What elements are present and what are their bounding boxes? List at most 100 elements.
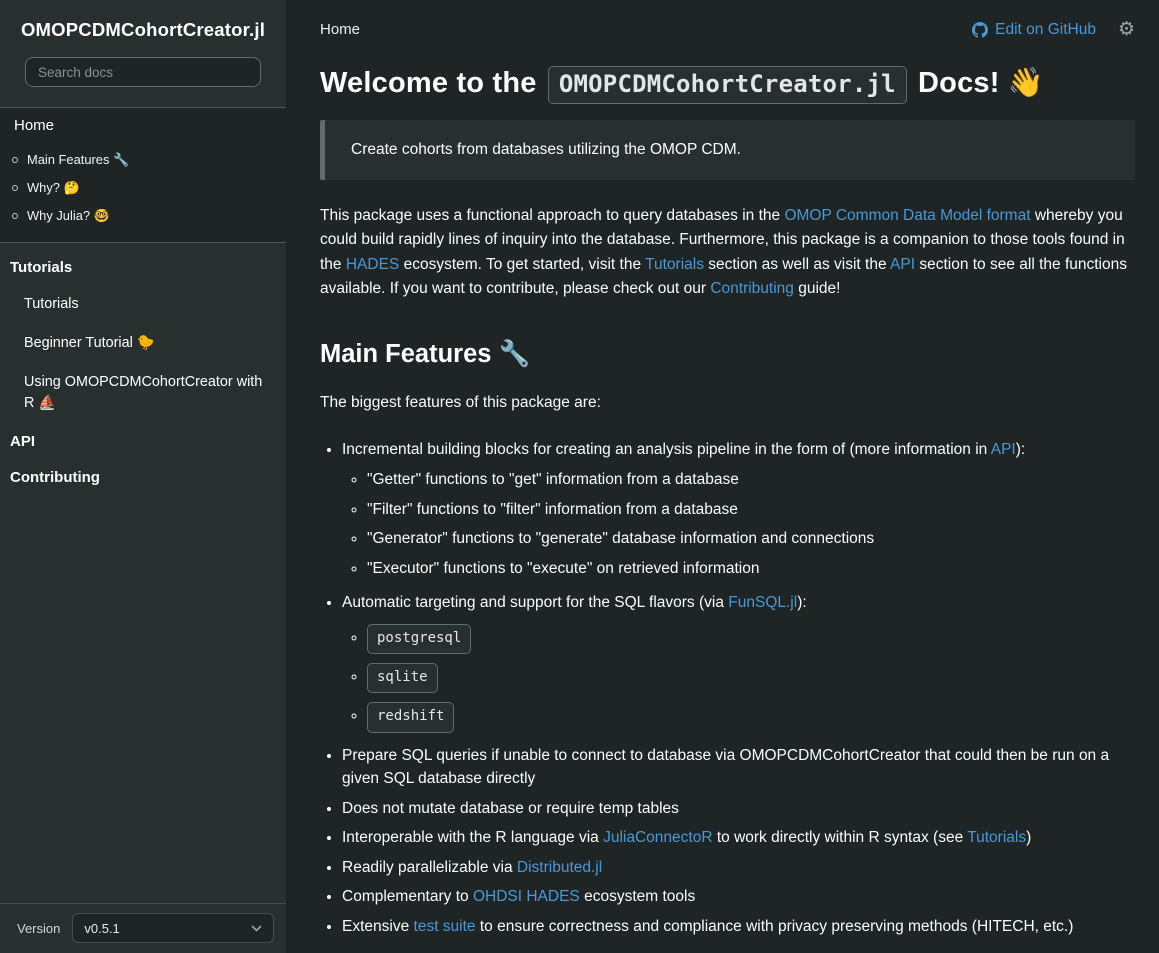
admonition: Create cohorts from databases utilizing … xyxy=(320,120,1135,180)
list-item: Readily parallelizable via Distributed.j… xyxy=(342,856,1135,880)
code-chip: postgresql xyxy=(367,624,471,654)
list-item-text: Readily parallelizable via Distributed.j… xyxy=(342,859,602,876)
sidebar: OMOPCDMCohortCreator.jl Home Main Featur… xyxy=(0,0,287,953)
edit-on-github-link[interactable]: Edit on GitHub xyxy=(972,21,1096,39)
list-item: "Generator" functions to "generate" data… xyxy=(367,527,1135,551)
sidebar-item-beginner-tutorial[interactable]: Beginner Tutorial 🐤 xyxy=(0,324,286,363)
sidebar-item-using-with-r[interactable]: Using OMOPCDMCohortCreator with R ⛵ xyxy=(0,363,286,423)
text-segment: Automatic targeting and support for the … xyxy=(342,594,728,611)
link-funsql[interactable]: FunSQL.jl xyxy=(728,594,797,611)
list-item-text: Prepare SQL queries if unable to connect… xyxy=(342,747,1109,788)
list-item: Automatic targeting and support for the … xyxy=(342,591,1135,732)
feature-list: Incremental building blocks for creating… xyxy=(320,438,1135,939)
toc-item-why[interactable]: Why? 🤔 xyxy=(0,174,286,202)
list-item-text: Extensive test suite to ensure correctne… xyxy=(342,918,1073,935)
list-item: postgresql xyxy=(367,624,1135,654)
code-chip: redshift xyxy=(367,702,454,732)
link-api-list[interactable]: API xyxy=(991,441,1016,458)
chevron-down-icon xyxy=(251,925,262,932)
github-icon xyxy=(972,22,988,38)
list-item: "Getter" functions to "get" information … xyxy=(367,468,1135,492)
link-hades[interactable]: HADES xyxy=(346,256,399,273)
top-actions: Edit on GitHub ⚙ xyxy=(972,20,1135,39)
list-item: sqlite xyxy=(367,663,1135,693)
list-item: Complementary to OHDSI HADES ecosystem t… xyxy=(342,885,1135,909)
text-segment: section as well as visit the xyxy=(704,256,890,273)
text-segment: Complementary to xyxy=(342,888,473,905)
version-value: v0.5.1 xyxy=(84,921,119,936)
link-juliaconnector[interactable]: JuliaConnectoR xyxy=(603,829,712,846)
sidebar-item-tutorials[interactable]: Tutorials xyxy=(0,285,286,324)
circle-marker-icon xyxy=(12,185,18,191)
inline-code: OMOPCDMCohortCreator.jl xyxy=(548,66,907,104)
breadcrumb[interactable]: Home xyxy=(320,21,360,38)
list-item-text: Interoperable with the R language via Ju… xyxy=(342,829,1031,846)
version-label: Version xyxy=(17,921,60,936)
sidebar-active-block: Home Main Features 🔧 Why? 🤔 Why Julia? 🤓 xyxy=(0,107,286,243)
admonition-text: Create cohorts from databases utilizing … xyxy=(351,141,1109,159)
list-item-text: Complementary to OHDSI HADES ecosystem t… xyxy=(342,888,695,905)
text-segment: ): xyxy=(797,594,806,611)
list-item: Prepare SQL queries if unable to connect… xyxy=(342,744,1135,791)
code-chip: sqlite xyxy=(367,663,438,693)
text-segment: guide! xyxy=(794,280,841,297)
link-api[interactable]: API xyxy=(890,256,915,273)
text-segment: to ensure correctness and compliance wit… xyxy=(476,918,1074,935)
text-segment: This package uses a functional approach … xyxy=(320,207,784,224)
sidebar-nav: Home Main Features 🔧 Why? 🤔 Why Julia? 🤓… xyxy=(0,107,286,495)
sidebar-section-tutorials[interactable]: Tutorials xyxy=(0,249,286,285)
search xyxy=(0,55,286,107)
text-segment: Extensive xyxy=(342,918,414,935)
text-segment: ecosystem tools xyxy=(580,888,695,905)
text-segment: Prepare SQL queries if unable to connect… xyxy=(342,747,1109,788)
list-item-text: Incremental building blocks for creating… xyxy=(342,441,1025,458)
sidebar-item-api[interactable]: API xyxy=(0,423,286,459)
circle-marker-icon xyxy=(12,157,18,163)
sidebar-item-home[interactable]: Home xyxy=(0,108,286,142)
features-lead: The biggest features of this package are… xyxy=(320,391,1135,415)
link-tutorials-list[interactable]: Tutorials xyxy=(967,829,1026,846)
text-segment: Does not mutate database or require temp… xyxy=(342,800,679,817)
list-item-text: Automatic targeting and support for the … xyxy=(342,594,807,611)
list-item: Does not mutate database or require temp… xyxy=(342,797,1135,821)
text-segment: Welcome to the xyxy=(320,67,545,99)
version-select[interactable]: v0.5.1 xyxy=(72,913,274,943)
list-item: "Filter" functions to "filter" informati… xyxy=(367,498,1135,522)
page-title: Welcome to the OMOPCDMCohortCreator.jl D… xyxy=(320,66,1135,100)
list-item: redshift xyxy=(367,702,1135,732)
toc-item-label: Why Julia? 🤓 xyxy=(27,208,110,224)
link-test-suite[interactable]: test suite xyxy=(414,918,476,935)
list-item: "Executor" functions to "execute" on ret… xyxy=(367,557,1135,581)
link-tutorials[interactable]: Tutorials xyxy=(645,256,704,273)
text-segment: ) xyxy=(1026,829,1031,846)
topbar: Home Edit on GitHub ⚙ xyxy=(320,20,1135,39)
edit-on-github-label: Edit on GitHub xyxy=(995,21,1096,39)
page-toc: Main Features 🔧 Why? 🤔 Why Julia? 🤓 xyxy=(0,142,286,234)
link-ohdsi-hades[interactable]: OHDSI HADES xyxy=(473,888,580,905)
text-segment: Interoperable with the R language via xyxy=(342,829,603,846)
sidebar-item-contributing[interactable]: Contributing xyxy=(0,459,286,495)
link-omop-cdm-format[interactable]: OMOP Common Data Model format xyxy=(784,207,1030,224)
list-item-text: Does not mutate database or require temp… xyxy=(342,800,679,817)
text-segment: Readily parallelizable via xyxy=(342,859,517,876)
search-input[interactable] xyxy=(25,57,261,87)
tutorials-pages: Tutorials Beginner Tutorial 🐤 Using OMOP… xyxy=(0,285,286,423)
gear-icon[interactable]: ⚙ xyxy=(1118,20,1135,39)
text-segment: to work directly within R syntax (see xyxy=(713,829,968,846)
site-title: OMOPCDMCohortCreator.jl xyxy=(0,0,286,55)
link-contributing[interactable]: Contributing xyxy=(710,280,794,297)
main-content: Home Edit on GitHub ⚙ Welcome to the OMO… xyxy=(287,0,1159,953)
toc-item-why-julia[interactable]: Why Julia? 🤓 xyxy=(0,202,286,230)
section-heading-main-features: Main Features 🔧 xyxy=(320,339,1135,369)
text-segment: ecosystem. To get started, visit the xyxy=(399,256,645,273)
text-segment: ): xyxy=(1016,441,1025,458)
link-distributed[interactable]: Distributed.jl xyxy=(517,859,602,876)
sub-list: "Getter" functions to "get" information … xyxy=(342,468,1135,580)
version-bar: Version v0.5.1 xyxy=(0,903,286,953)
toc-item-label: Why? 🤔 xyxy=(27,180,80,196)
circle-marker-icon xyxy=(12,213,18,219)
toc-item-label: Main Features 🔧 xyxy=(27,152,129,168)
intro-paragraph: This package uses a functional approach … xyxy=(320,204,1135,301)
list-item: Interoperable with the R language via Ju… xyxy=(342,826,1135,850)
toc-item-main-features[interactable]: Main Features 🔧 xyxy=(0,146,286,174)
